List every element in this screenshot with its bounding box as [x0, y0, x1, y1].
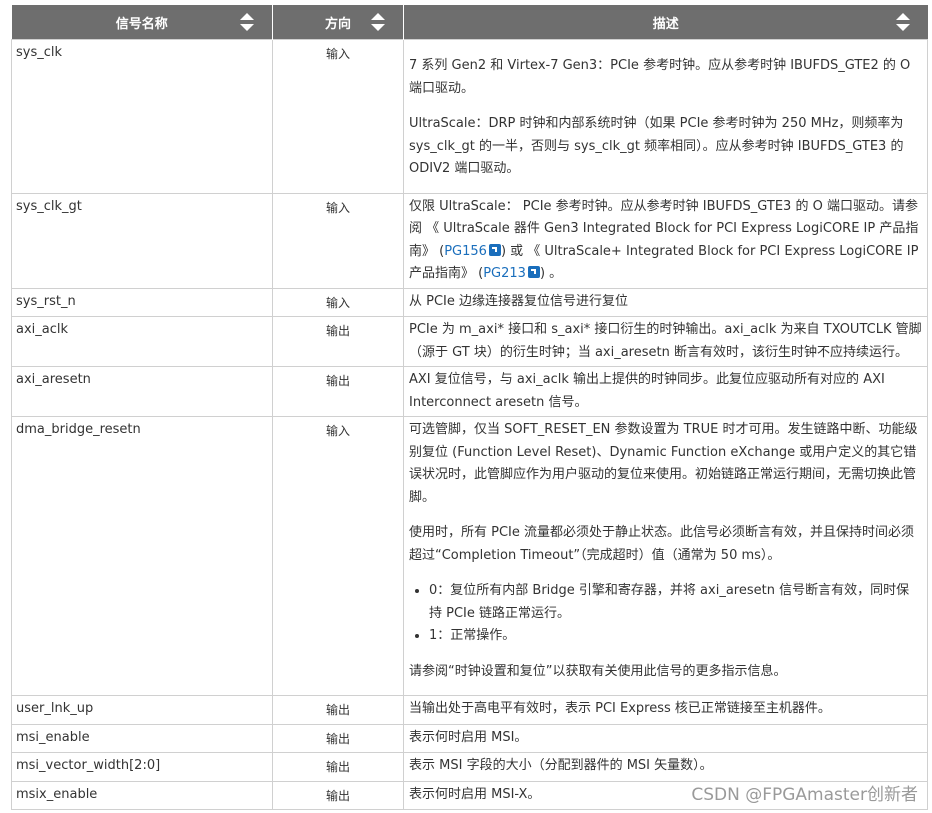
signal-direction: 输出 [272, 316, 404, 367]
external-link-icon[interactable] [527, 266, 540, 278]
signal-direction: 输入 [272, 39, 404, 194]
signal-name: msix_enable [11, 780, 273, 810]
list-item: 0：复位所有内部 Bridge 引擎和寄存器，并将 axi_aresetn 信号… [429, 580, 922, 625]
description-paragraph: UltraScale：DRP 时钟和内部系统时钟（如果 PCIe 参考时钟为 2… [409, 116, 904, 176]
signal-name: sys_rst_n [11, 287, 273, 317]
signal-name: msi_vector_width[2:0] [11, 752, 273, 782]
header-signal-name[interactable]: 信号名称 [11, 5, 273, 40]
signal-direction: 输入 [272, 192, 404, 289]
watermark: CSDN @FPGAmaster创新者 [691, 785, 918, 805]
table-row: sys_rst_n 输入 从 PCIe 边缘连接器复位信号进行复位 [11, 287, 928, 317]
description-paragraph: 使用时，所有 PCIe 流量都必须处于静止状态。此信号必须断言有效，并且保持时间… [409, 525, 915, 563]
signal-description: 仅限 UltraScale： PCIe 参考时钟。应从参考时钟 IBUFDS_G… [403, 192, 928, 289]
list-item: 1：正常操作。 [429, 625, 922, 648]
signal-name: axi_aresetn [11, 366, 273, 417]
signal-description: PCIe 为 m_axi* 接口和 s_axi* 接口衍生的时钟输出。axi_a… [403, 316, 928, 367]
table-row: axi_aclk 输出 PCIe 为 m_axi* 接口和 s_axi* 接口衍… [11, 316, 928, 367]
table-row: dma_bridge_resetn 输入 可选管脚，仅当 SOFT_RESET_… [11, 416, 928, 696]
table-row: msi_enable 输出 表示何时启用 MSI。 [11, 723, 928, 753]
signal-direction: 输出 [272, 780, 404, 810]
signal-description: 可选管脚，仅当 SOFT_RESET_EN 参数设置为 TRUE 时才可用。发生… [403, 416, 928, 696]
sort-icon[interactable] [895, 13, 910, 31]
link-pg213[interactable]: PG213 [483, 266, 526, 281]
description-paragraph: 请参阅“时钟设置和复位”以获取有关使用此信号的更多指示信息。 [409, 663, 787, 679]
signal-description: 当输出处于高电平有效时，表示 PCI Express 核已正常链接至主机器件。 [403, 695, 928, 725]
sort-icon[interactable] [371, 13, 385, 31]
signal-table: 信号名称 方向 描述 sys_clk 输入 7 系列 Gen2 和 Virtex… [11, 5, 928, 810]
signal-name: sys_clk_gt [11, 192, 273, 289]
value-list: 0：复位所有内部 Bridge 引擎和寄存器，并将 axi_aresetn 信号… [409, 580, 922, 648]
signal-name: user_lnk_up [11, 695, 273, 725]
header-label: 描述 [652, 16, 679, 32]
table-row: sys_clk 输入 7 系列 Gen2 和 Virtex-7 Gen3：PCI… [11, 39, 928, 194]
signal-description: 从 PCIe 边缘连接器复位信号进行复位 [403, 287, 928, 317]
signal-name: axi_aclk [11, 316, 273, 367]
signal-direction: 输出 [272, 752, 404, 782]
signal-name: sys_clk [11, 39, 273, 194]
signal-name: msi_enable [11, 723, 273, 753]
table-row: msi_vector_width[2:0] 输出 表示 MSI 字段的大小（分配… [11, 752, 928, 782]
description-paragraph: 可选管脚，仅当 SOFT_RESET_EN 参数设置为 TRUE 时才可用。发生… [409, 422, 918, 505]
signal-description: 表示 MSI 字段的大小（分配到器件的 MSI 矢量数）。 [403, 752, 928, 782]
signal-direction: 输出 [272, 366, 404, 417]
signal-description: AXI 复位信号，与 axi_aclk 输出上提供的时钟同步。此复位应驱动所有对… [403, 366, 928, 417]
description-paragraph: 7 系列 Gen2 和 Virtex-7 Gen3：PCIe 参考时钟。应从参考… [409, 58, 911, 96]
description-text: ) 。 [539, 266, 563, 281]
header-description[interactable]: 描述 [403, 5, 928, 40]
signal-direction: 输入 [272, 416, 404, 696]
sort-icon[interactable] [240, 13, 254, 31]
table-row: user_lnk_up 输出 当输出处于高电平有效时，表示 PCI Expres… [11, 695, 928, 725]
header-label: 信号名称 [115, 16, 168, 32]
signal-description: 7 系列 Gen2 和 Virtex-7 Gen3：PCIe 参考时钟。应从参考… [403, 39, 928, 194]
header-direction[interactable]: 方向 [272, 5, 404, 40]
link-pg156[interactable]: PG156 [444, 244, 487, 259]
signal-direction: 输出 [272, 695, 404, 725]
signal-direction: 输出 [272, 723, 404, 753]
header-label: 方向 [324, 16, 351, 32]
table-row: axi_aresetn 输出 AXI 复位信号，与 axi_aclk 输出上提供… [11, 366, 928, 417]
signal-name: dma_bridge_resetn [11, 416, 273, 696]
table-header-row: 信号名称 方向 描述 [11, 5, 928, 40]
signal-description: 表示何时启用 MSI。 [403, 723, 928, 753]
external-link-icon[interactable] [488, 243, 501, 256]
signal-direction: 输入 [272, 287, 404, 317]
table-row: sys_clk_gt 输入 仅限 UltraScale： PCIe 参考时钟。应… [11, 192, 928, 289]
